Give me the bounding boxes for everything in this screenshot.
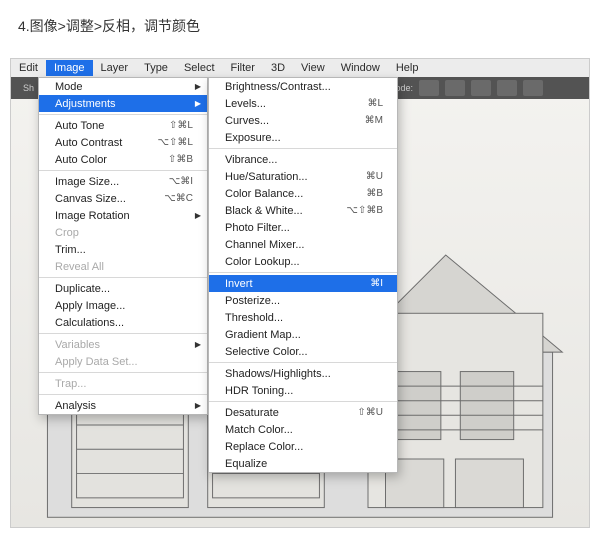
toolbar-label: Sh: [23, 83, 34, 93]
menubar: EditImageLayerTypeSelectFilter3DViewWind…: [11, 59, 589, 77]
menu-edit[interactable]: Edit: [11, 60, 46, 76]
menu-item[interactable]: Desaturate⇧⌘U: [209, 404, 397, 421]
menu-item[interactable]: Brightness/Contrast...: [209, 78, 397, 95]
menu-select[interactable]: Select: [176, 60, 223, 76]
menu-item[interactable]: Analysis: [39, 397, 207, 414]
menu-item[interactable]: Replace Color...: [209, 438, 397, 455]
menu-item[interactable]: Threshold...: [209, 309, 397, 326]
menu-help[interactable]: Help: [388, 60, 427, 76]
menu-item: Reveal All: [39, 258, 207, 275]
menu-item[interactable]: Exposure...: [209, 129, 397, 146]
tool-icon[interactable]: [523, 80, 543, 96]
menu-item-invert[interactable]: Invert⌘I: [209, 275, 397, 292]
menu-item[interactable]: Selective Color...: [209, 343, 397, 360]
menu-item: Apply Data Set...: [39, 353, 207, 370]
menu-item[interactable]: Equalize: [209, 455, 397, 472]
menu-item[interactable]: Channel Mixer...: [209, 236, 397, 253]
menu-item[interactable]: Vibrance...: [209, 151, 397, 168]
tool-icon[interactable]: [419, 80, 439, 96]
adjustments-submenu: Brightness/Contrast...Levels...⌘LCurves.…: [208, 77, 398, 473]
menu-item[interactable]: Image Size...⌥⌘I: [39, 173, 207, 190]
photoshop-window: EditImageLayerTypeSelectFilter3DViewWind…: [10, 58, 590, 528]
menu-item[interactable]: Duplicate...: [39, 280, 207, 297]
menu-3d[interactable]: 3D: [263, 60, 293, 76]
menu-item[interactable]: HDR Toning...: [209, 382, 397, 399]
menu-layer[interactable]: Layer: [93, 60, 137, 76]
menu-item-adjustments[interactable]: Adjustments: [39, 95, 207, 112]
menu-item[interactable]: Photo Filter...: [209, 219, 397, 236]
menu-item[interactable]: Match Color...: [209, 421, 397, 438]
menu-item: Crop: [39, 224, 207, 241]
menu-item[interactable]: Apply Image...: [39, 297, 207, 314]
menu-window[interactable]: Window: [333, 60, 388, 76]
menu-item[interactable]: Image Rotation: [39, 207, 207, 224]
menu-item[interactable]: Color Balance...⌘B: [209, 185, 397, 202]
menu-type[interactable]: Type: [136, 60, 176, 76]
tool-icon[interactable]: [445, 80, 465, 96]
menu-item[interactable]: Auto Color⇧⌘B: [39, 151, 207, 168]
menu-item: Trap...: [39, 375, 207, 392]
menu-item: Variables: [39, 336, 207, 353]
menu-item[interactable]: Black & White...⌥⇧⌘B: [209, 202, 397, 219]
image-menu-dropdown: ModeAdjustments Auto Tone⇧⌘LAuto Contrast…: [38, 77, 208, 415]
menu-item[interactable]: Shadows/Highlights...: [209, 365, 397, 382]
menu-item[interactable]: Canvas Size...⌥⌘C: [39, 190, 207, 207]
tool-icon[interactable]: [497, 80, 517, 96]
menu-filter[interactable]: Filter: [223, 60, 263, 76]
menu-item[interactable]: Gradient Map...: [209, 326, 397, 343]
menu-item[interactable]: Auto Contrast⌥⇧⌘L: [39, 134, 207, 151]
menu-item[interactable]: Mode: [39, 78, 207, 95]
menu-item[interactable]: Hue/Saturation...⌘U: [209, 168, 397, 185]
menu-item[interactable]: Posterize...: [209, 292, 397, 309]
menu-item[interactable]: Trim...: [39, 241, 207, 258]
menu-item[interactable]: Curves...⌘M: [209, 112, 397, 129]
tutorial-caption: 4.图像>调整>反相，调节颜色: [0, 0, 600, 58]
menu-item[interactable]: Calculations...: [39, 314, 207, 331]
menu-item[interactable]: Auto Tone⇧⌘L: [39, 117, 207, 134]
menu-image[interactable]: Image: [46, 60, 93, 76]
tool-icon[interactable]: [471, 80, 491, 96]
menu-item[interactable]: Levels...⌘L: [209, 95, 397, 112]
menu-view[interactable]: View: [293, 60, 333, 76]
menu-item[interactable]: Color Lookup...: [209, 253, 397, 270]
